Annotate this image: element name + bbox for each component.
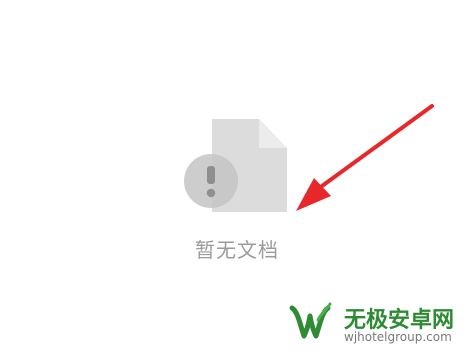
watermark-url: wjhotelgroup.com <box>344 330 452 344</box>
w-leaf-logo-icon <box>289 302 332 339</box>
watermark: 无极安卓网 wjhotelgroup.com <box>284 296 470 348</box>
empty-document-screen: 暂无文档 无极安卓网 wjhotelgroup.com <box>0 0 474 353</box>
